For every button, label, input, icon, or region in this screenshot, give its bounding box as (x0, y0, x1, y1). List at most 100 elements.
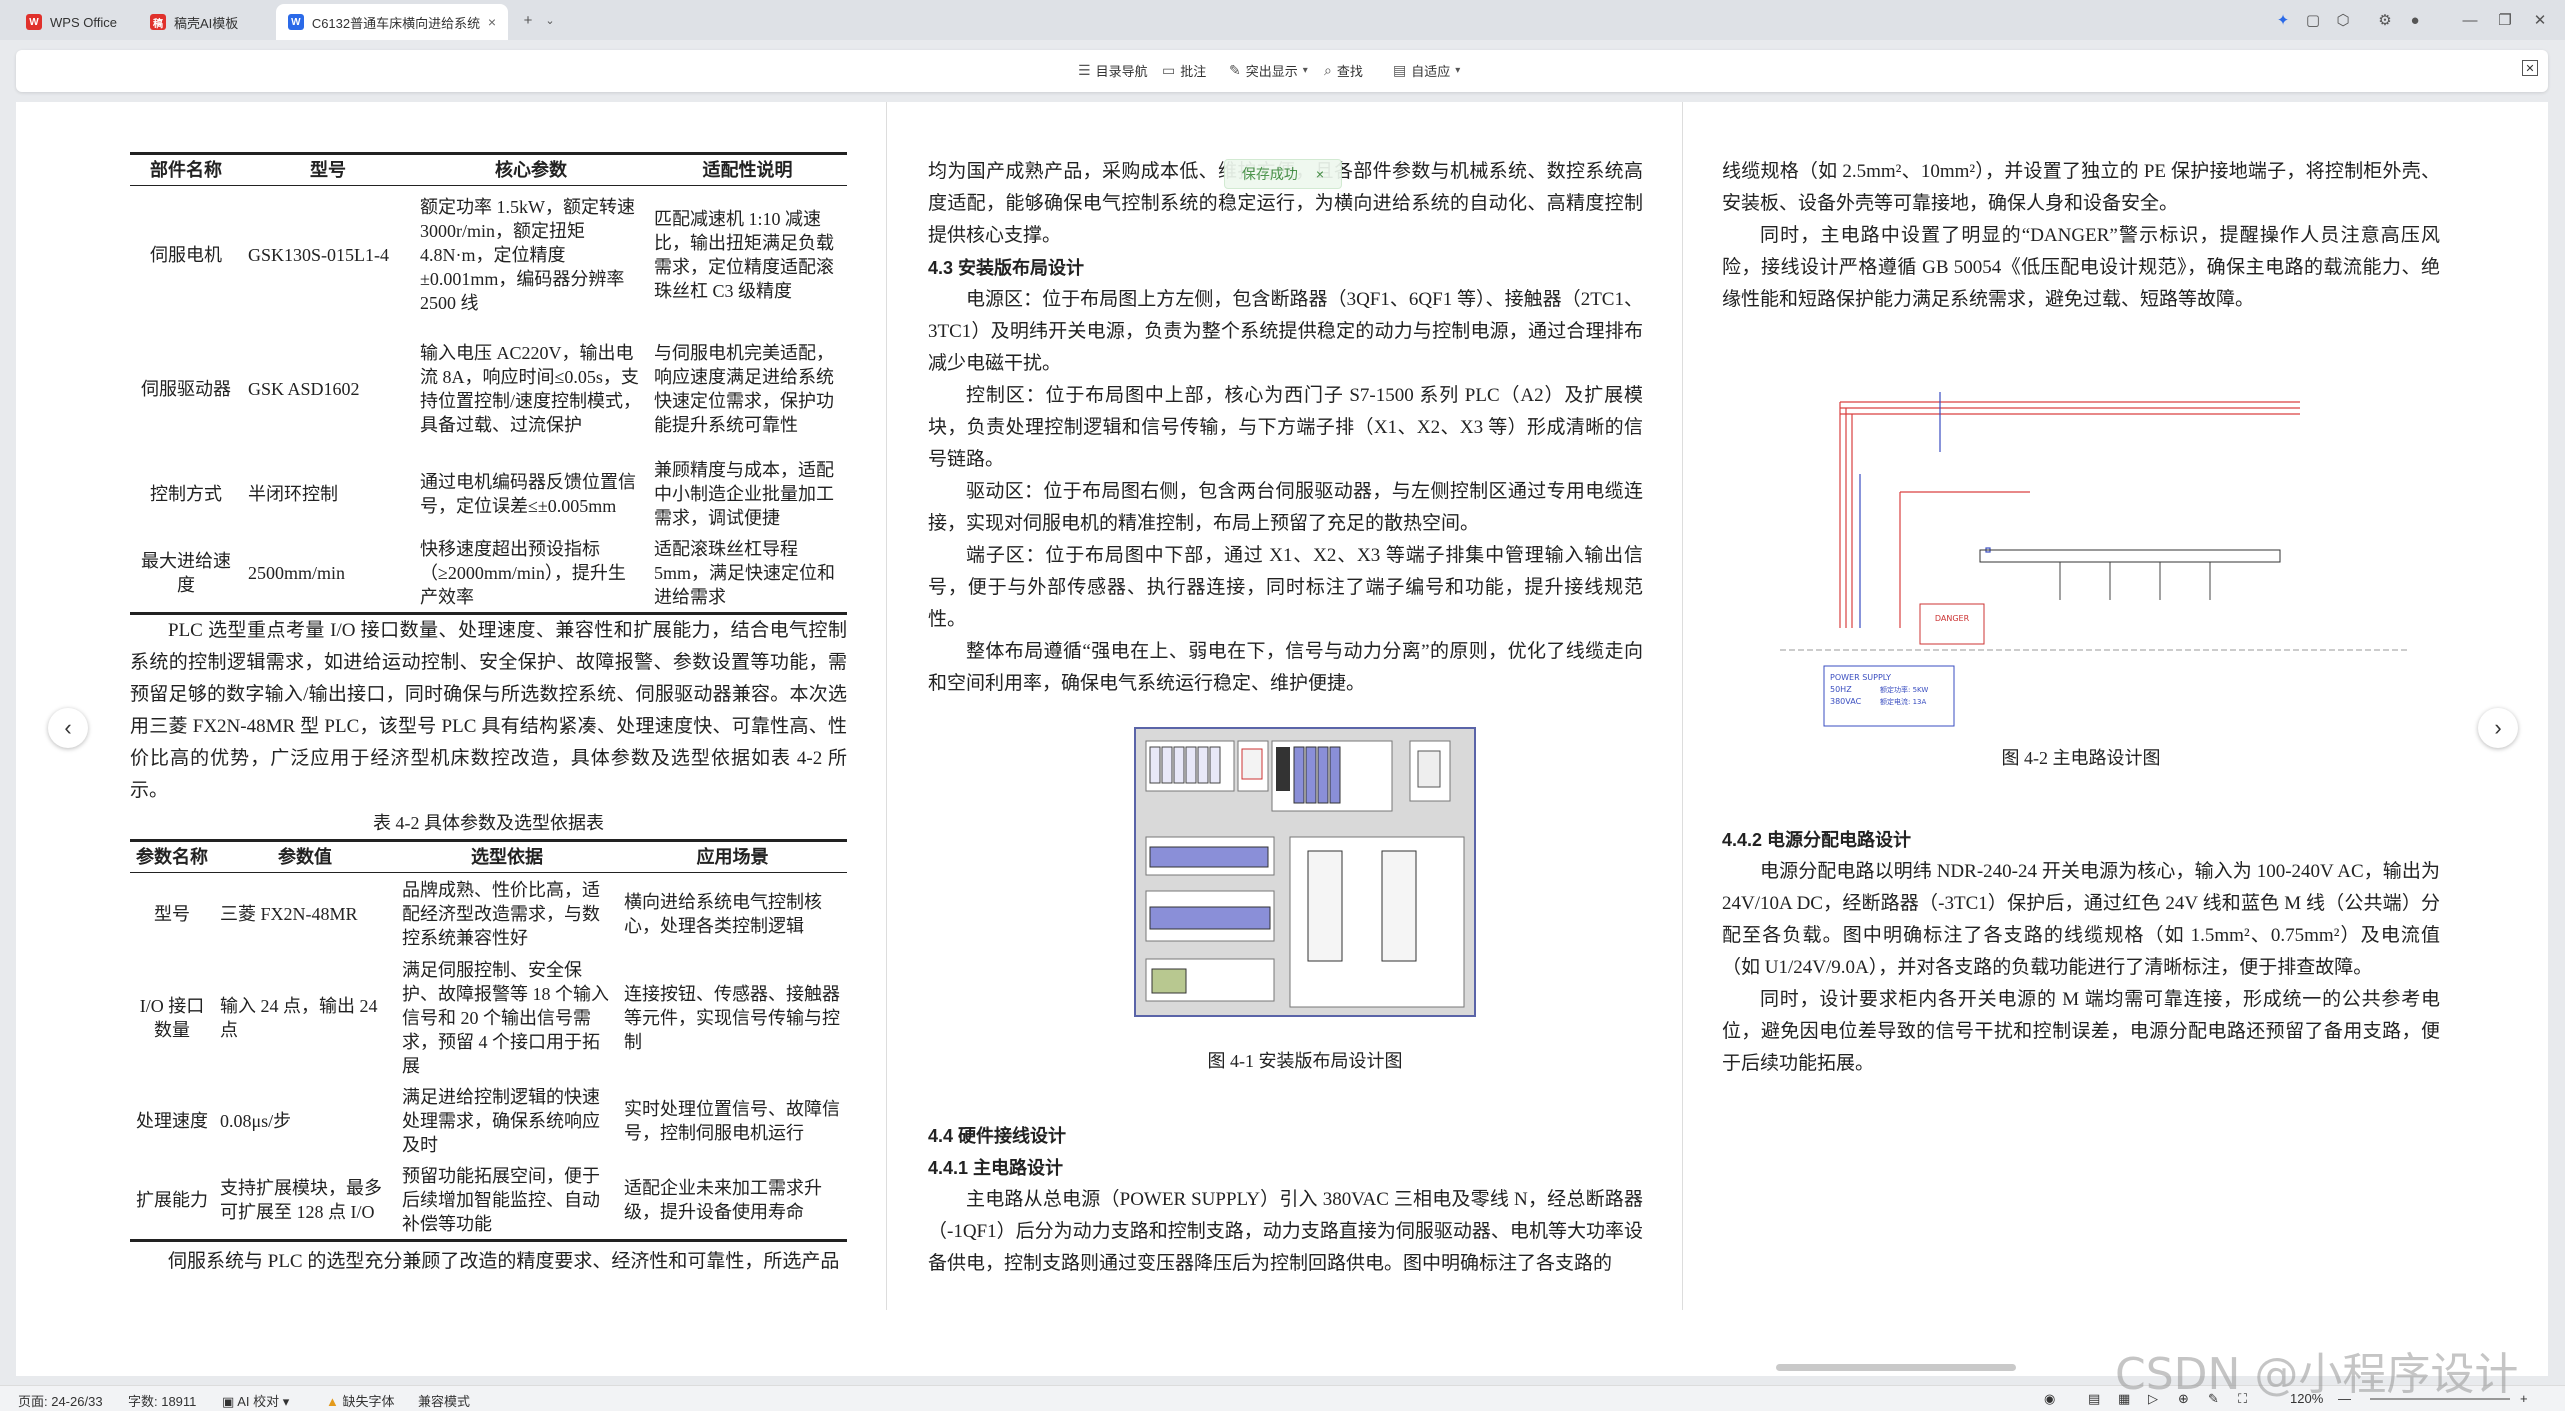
tab-document[interactable]: W C6132普通车床横向进给系统 × (276, 4, 508, 40)
paragraph: 端子区：位于布局图中下部，通过 X1、X2、X3 等端子排集中管理输入输出信号，… (928, 545, 1643, 630)
danger-label: DANGER (1935, 614, 1970, 623)
table-row: 控制方式 半闭环控制 通过电机编码器反馈位置信号，定位误差≤±0.005mm 兼顾精度… (130, 454, 847, 534)
table-cell: 0.08μs/步 (220, 1110, 292, 1131)
table-row: 扩展能力 支持扩展模块，最多可扩展至 128 点 I/O 预留功能拓展空间，便于后续… (130, 1160, 847, 1242)
table-cell: 型号 (154, 903, 190, 924)
tab-template[interactable]: 稿 稿壳AI模板 (138, 4, 270, 40)
install-layout-figure (1134, 727, 1476, 1017)
table-cell: 最大进给速度 (130, 533, 242, 615)
table-cell: 伺服电机 (150, 244, 222, 265)
table-cell: 扩展能力 (130, 1160, 214, 1242)
rated-power-label: 额定功率: 5KW (1880, 685, 1928, 694)
list-icon: ☰ (1078, 62, 1091, 78)
table-cell: 伺服驱动器 (141, 378, 231, 399)
word-count[interactable]: 字数: 18911 (128, 1391, 196, 1410)
table-cell: 半闭环控制 (248, 483, 338, 504)
close-window-icon[interactable]: ✕ (2530, 10, 2550, 30)
plc-params-table: 参数名称 参数值 选型依据 应用场景 型号 三菱 FX2N-48MR 品牌成熟、性价… (130, 839, 847, 1242)
paragraph: 电源分配电路以明纬 NDR-240-24 开关电源为核心，输入为 100-240… (1722, 861, 2440, 978)
cube-icon[interactable]: ⬡ (2333, 10, 2353, 30)
window-icon[interactable]: ▢ (2303, 10, 2323, 30)
highlight-button[interactable]: ✎ 突出显示 ▾ (1229, 61, 1308, 80)
power-supply-label: POWER SUPPLY (1830, 673, 1891, 682)
prev-page-icon[interactable]: ‹ (48, 708, 88, 748)
circuit-diagram: DANGER POWER SUPPLY 50HZ 380VAC 额定功率: 5K… (1780, 392, 2420, 727)
page-view-icon[interactable]: ▤ (2088, 1391, 2100, 1407)
nav-button[interactable]: ☰ 目录导航 (1078, 61, 1148, 80)
wps-logo-icon: W (26, 14, 42, 30)
restore-icon[interactable]: ❐ (2495, 10, 2515, 30)
paragraph: 主电路从总电源（POWER SUPPLY）引入 380VAC 三相电及零线 N，… (928, 1189, 1643, 1274)
zoom-in-icon[interactable]: + (2520, 1391, 2528, 1406)
paragraph: 控制区：位于布局图中上部，核心为西门子 S7-1500 系列 PLC（A2）及扩… (928, 385, 1643, 470)
missing-font-button[interactable]: ▲ 缺失字体 (326, 1391, 395, 1410)
find-button[interactable]: ⌕ 查找 (1324, 61, 1363, 80)
ai-proofread-button[interactable]: ▣ AI 校对 ▾ (222, 1391, 289, 1410)
next-page-icon[interactable]: › (2478, 708, 2518, 748)
figure-caption: 图 4-2 主电路设计图 (2001, 748, 2161, 768)
highlight-icon: ✎ (1229, 62, 1241, 78)
warning-icon: ▲ (326, 1394, 343, 1409)
tab-wps-office[interactable]: W WPS Office (14, 4, 142, 40)
avatar[interactable]: ● (2405, 10, 2425, 30)
table-cell: 品牌成熟、性价比高，适配经济型改造需求，与数控系统兼容性好 (402, 879, 600, 948)
table-header-cell: 适配性说明 (648, 153, 847, 186)
chevron-down-icon[interactable]: ⌄ (540, 10, 560, 30)
template-logo-icon: 稿 (150, 14, 166, 30)
paragraph: 线缆规格（如 2.5mm²、10mm²），并设置了独立的 PE 保护接地端子，将… (1722, 161, 2440, 214)
eye-icon[interactable]: ◉ (2044, 1391, 2055, 1407)
ai-icon[interactable]: ✦ (2273, 10, 2293, 30)
table-cell: 额定功率 1.5kW，额定转速 3000r/min，额定扭矩 4.8N·m，定位… (420, 196, 635, 313)
table-cell: I/O 接口数量 (139, 995, 205, 1040)
table-cell: 适配滚珠丝杠导程 5mm，满足快速定位和进给需求 (648, 533, 847, 615)
chevron-down-icon: ▾ (1302, 65, 1308, 76)
table-cell: GSK ASD1602 (248, 378, 360, 399)
paragraph: 整体布局遵循“强电在上、弱电在下，信号与动力分离”的原则，优化了线缆走向和空间利… (928, 641, 1643, 694)
table-cell: 连接按钮、传感器、接触器等元件，实现信号传输与控制 (624, 983, 840, 1052)
page-divider (1682, 102, 1683, 1310)
nav-label: 目录导航 (1095, 64, 1148, 79)
adaptive-button[interactable]: ▤ 自适应 ▾ (1393, 61, 1460, 80)
new-tab-icon[interactable]: + (518, 10, 538, 30)
table-header-cell: 参数名称 (130, 840, 214, 873)
table-row: I/O 接口数量 输入 24 点，输出 24 点满足伺服控制、安全保护、故障报警等… (130, 955, 847, 1081)
table-cell: 处理速度 (136, 1110, 208, 1131)
proofread-icon: ▣ (222, 1394, 238, 1409)
section-heading: 4.4 硬件接线设计 (928, 1126, 1067, 1146)
motor-params-table: 部件名称 型号 核心参数 适配性说明 伺服电机 GSK130S-015L1-4 额定… (130, 152, 847, 615)
table-row: 伺服驱动器 GSK ASD1602 输入电压 AC220V，输出电流 8A，响应时间… (130, 324, 847, 454)
table-row: 处理速度 0.08μs/步 满足进给控制逻辑的快速处理需求，确保系统响应及时 实时处理… (130, 1081, 847, 1161)
table-cell: 输入 24 点，输出 24 点 (220, 995, 378, 1040)
table-cell: 匹配减速机 1:10 减速比，输出扭矩满足负载需求，定位精度适配滚珠丝杠 C3 … (654, 208, 834, 301)
table-header-row: 参数名称 参数值 选型依据 应用场景 (130, 840, 847, 873)
minimize-icon[interactable]: — (2460, 10, 2480, 30)
table-header-cell: 参数值 (214, 840, 396, 873)
search-icon: ⌕ (1324, 62, 1332, 78)
close-icon[interactable]: × (488, 14, 496, 30)
close-icon[interactable]: × (1316, 166, 1324, 182)
tab-label: C6132普通车床横向进给系统 (311, 15, 480, 31)
table-row: 伺服电机 GSK130S-015L1-4 额定功率 1.5kW，额定转速 3000r… (130, 186, 847, 324)
table-row: 最大进给速度 2500mm/min 快移速度超出预设指标（≥2000mm/min），… (130, 533, 847, 615)
table-cell: 满足进给控制逻辑的快速处理需求，确保系统响应及时 (402, 1086, 600, 1155)
settings-icon[interactable]: ⚙ (2375, 10, 2395, 30)
title-bar: W WPS Office 稿 稿壳AI模板 W C6132普通车床横向进给系统 … (0, 0, 2565, 40)
exit-reading-icon[interactable]: ✕ (2522, 60, 2538, 76)
table-cell: 与伺服电机完美适配，响应速度满足进给系统快速定位需求，保护功能提升系统可靠性 (654, 342, 834, 435)
section-heading: 4.3 安装版布局设计 (928, 258, 1085, 278)
table-cell: 控制方式 (150, 483, 222, 504)
find-label: 查找 (1336, 64, 1363, 79)
comment-icon: ▭ (1162, 62, 1176, 78)
writer-logo-icon: W (288, 14, 304, 30)
main-circuit-figure: DANGER POWER SUPPLY 50HZ 380VAC 额定功率: 5K… (1780, 378, 2420, 734)
watermark: CSDN @小程序设计 (2115, 1349, 2519, 1400)
table-row: 型号 三菱 FX2N-48MR 品牌成熟、性价比高，适配经济型改造需求，与数控系统兼… (130, 873, 847, 955)
table-cell: 支持扩展模块，最多可扩展至 128 点 I/O (214, 1160, 396, 1242)
page-column-2: 均为国产成熟产品，采购成本低、维护方便，且各部件参数与机械系统、数控系统高度适配… (928, 156, 1643, 700)
comment-button[interactable]: ▭ 批注 (1162, 61, 1206, 80)
paragraph: 电源区：位于布局图上方左侧，包含断路器（3QF1、6QF1 等）、接触器（2TC… (928, 289, 1643, 374)
ai-proofread-label: AI 校对 (237, 1394, 280, 1409)
horizontal-scrollbar[interactable] (1776, 1364, 2016, 1371)
page-indicator[interactable]: 页面: 24-26/33 (18, 1391, 103, 1410)
rated-current-label: 额定电流: 13A (1880, 697, 1926, 706)
